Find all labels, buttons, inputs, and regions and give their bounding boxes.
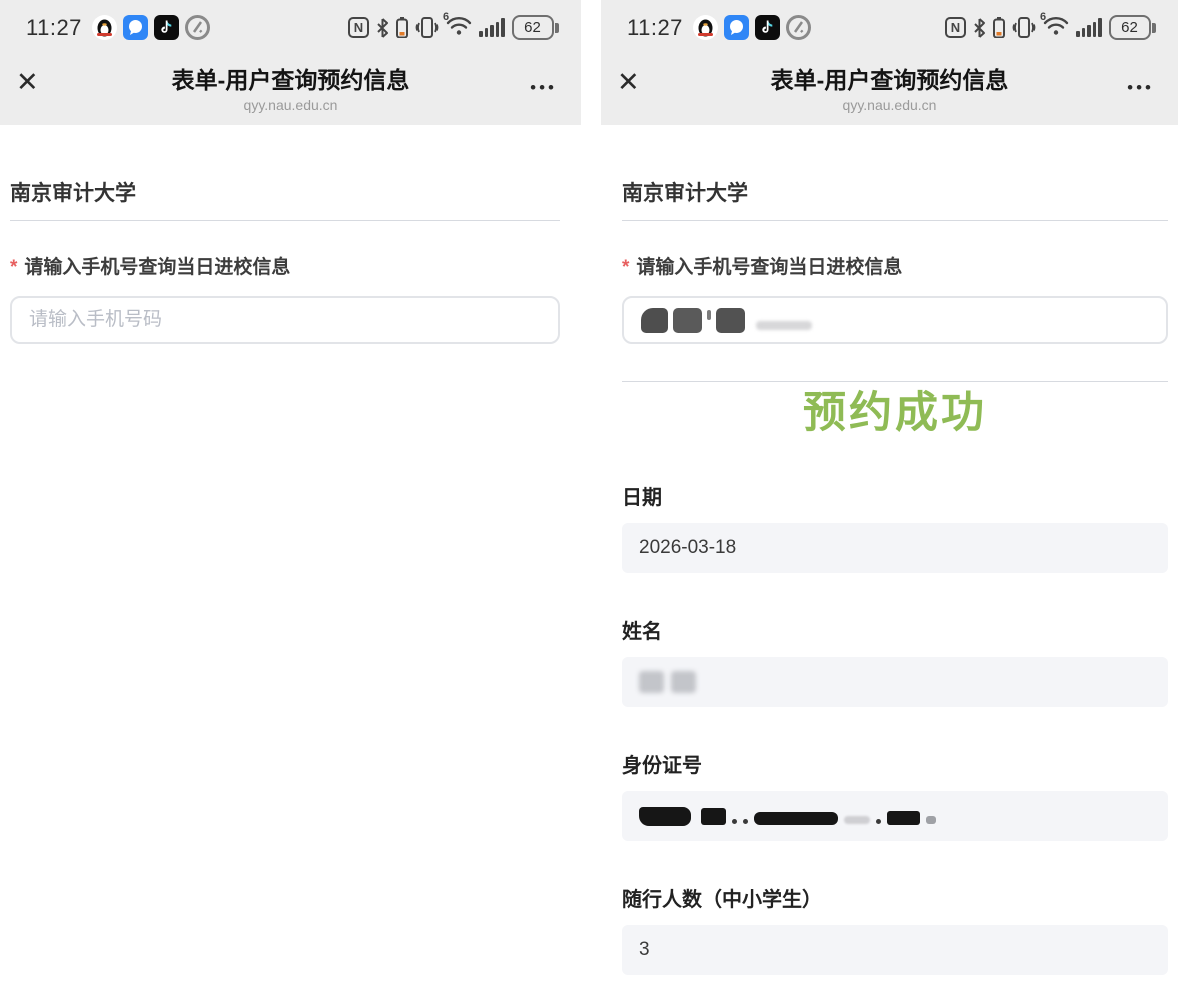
redacted-id-value [639,807,936,826]
required-mark: * [10,257,17,278]
nfc-icon: N [348,17,369,38]
clock-app-icon [786,15,811,40]
browser-title-bar: ✕ 表单-用户查询预约信息 qyy.nau.edu.cn ••• [0,55,581,125]
phone-number-input-filled[interactable] [622,296,1168,344]
redacted-phone-block [673,308,702,333]
vibrate-icon [415,17,439,38]
page-url: qyy.nau.edu.cn [843,97,937,113]
clock-app-icon [185,15,210,40]
companions-value: 3 [639,939,650,961]
phone-number-input[interactable] [10,296,560,344]
id-number-label: 身份证号 [622,749,1168,778]
redacted-phone-fragment [707,310,711,320]
clock-time: 11:27 [26,15,82,41]
screenshot-gap [581,0,601,996]
bluetooth-icon [973,18,986,38]
booking-success-title: 预约成功 [622,387,1168,439]
status-bar: 11:27 [601,0,1178,55]
vibrate-icon [1012,17,1036,38]
close-icon[interactable]: ✕ [16,69,39,96]
school-title: 南京审计大学 [622,177,1168,207]
screenshot-left: 11:27 [0,0,581,996]
battery-icon: 62 [1109,15,1157,40]
school-title: 南京审计大学 [10,177,560,207]
battery-percent: 62 [512,15,554,40]
phone-query-label: *请输入手机号查询当日进校信息 [622,252,1168,279]
page-title: 表单-用户查询预约信息 [172,67,410,95]
companions-label: 随行人数（中小学生） [622,883,1168,912]
bluetooth-icon [376,18,389,38]
wifi6-label: 6 [1040,11,1046,23]
status-bar: 11:27 [0,0,581,55]
wifi-icon: 6 [446,15,472,40]
form-page: 南京审计大学 *请输入手机号查询当日进校信息 预约成功 日期 2026-03-1… [601,177,1178,975]
page-url: qyy.nau.edu.cn [244,97,338,113]
title-divider [622,220,1168,221]
system-status-icons: N 6 [945,15,1156,40]
wifi6-label: 6 [443,11,449,23]
redacted-phone-block [641,308,668,333]
page-title: 表单-用户查询预约信息 [771,67,1009,95]
device-battery-icon [396,17,408,38]
notification-app-icons [693,15,811,40]
system-status-icons: N 6 [348,15,559,40]
required-mark: * [622,257,629,278]
name-label: 姓名 [622,615,1168,644]
phone-query-label: *请输入手机号查询当日进校信息 [10,252,560,279]
date-value-box: 2026-03-18 [622,523,1168,573]
notification-app-icons [92,15,210,40]
name-value-box [622,657,1168,707]
screenshot-right: 11:27 [601,0,1178,996]
wifi-icon: 6 [1043,15,1069,40]
battery-percent: 62 [1109,15,1151,40]
device-battery-icon [993,17,1005,38]
more-menu-icon[interactable]: ••• [530,79,557,96]
tiktok-icon [755,15,780,40]
tiktok-icon [154,15,179,40]
qq-icon [92,15,117,40]
more-menu-icon[interactable]: ••• [1127,79,1154,96]
redacted-phone-fragment [756,321,812,330]
id-number-value-box [622,791,1168,841]
signal-bars-icon [479,18,505,37]
signal-bars-icon [1076,18,1102,37]
title-divider [10,220,560,221]
side-by-side-screenshots: 11:27 [0,0,1178,996]
qq-icon [693,15,718,40]
browser-title-bar: ✕ 表单-用户查询预约信息 qyy.nau.edu.cn ••• [601,55,1178,125]
nfc-icon: N [945,17,966,38]
date-label: 日期 [622,481,1168,510]
messages-icon [123,15,148,40]
result-divider [622,381,1168,382]
companions-value-box: 3 [622,925,1168,975]
close-icon[interactable]: ✕ [617,69,640,96]
redacted-phone-block [716,308,745,333]
clock-time: 11:27 [627,15,683,41]
battery-icon: 62 [512,15,560,40]
form-page: 南京审计大学 *请输入手机号查询当日进校信息 [0,177,581,344]
redacted-name-value [639,671,696,693]
messages-icon [724,15,749,40]
date-value: 2026-03-18 [639,537,736,559]
